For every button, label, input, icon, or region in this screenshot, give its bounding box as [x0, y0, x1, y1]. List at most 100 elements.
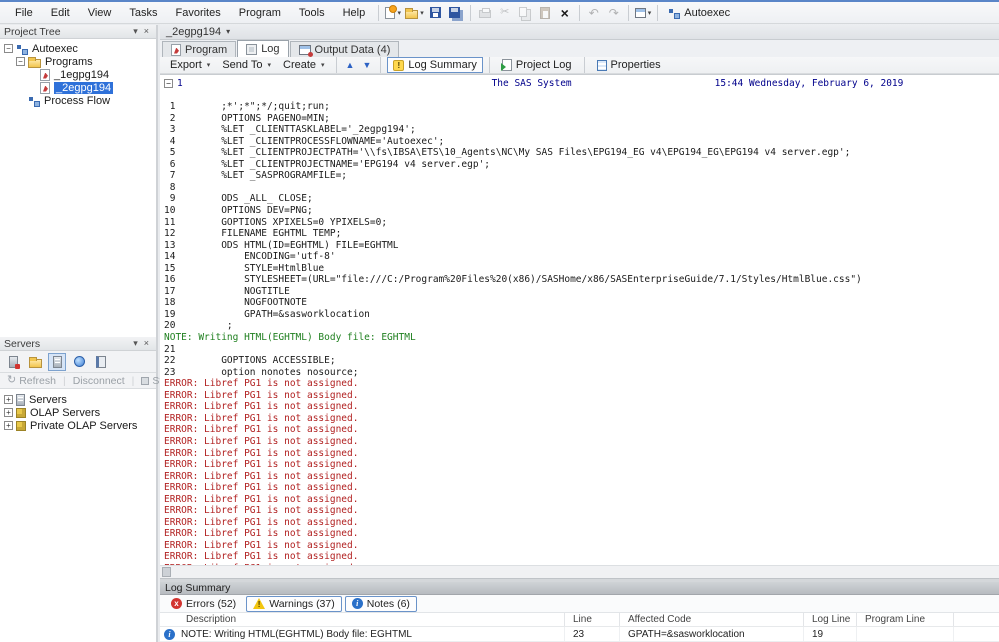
collapse-icon[interactable]: − — [164, 79, 173, 89]
errors-filter-button[interactable]: x Errors (52) — [164, 596, 243, 612]
warnings-filter-button[interactable]: Warnings (37) — [246, 595, 342, 612]
tab-program[interactable]: Program — [162, 41, 237, 57]
menu-tasks[interactable]: Tasks — [120, 4, 166, 22]
flow-icon — [16, 43, 28, 55]
save-button[interactable] — [426, 3, 446, 23]
tree-item-autoexec[interactable]: − Autoexec — [0, 42, 156, 55]
chevron-down-icon: ▾ — [321, 62, 325, 69]
server-connect-button[interactable] — [4, 353, 22, 371]
open-button[interactable]: ▾ — [403, 3, 426, 23]
previous-arrow-button[interactable]: ▲ — [343, 60, 358, 70]
servers-tree: + Servers + OLAP Servers + Private OLAP Serve… — [0, 389, 156, 432]
log-note-line: NOTE: Writing HTML(EGHTML) Body file: EG… — [164, 332, 416, 344]
create-menu-button[interactable]: Create ▾ — [278, 58, 330, 72]
projlog-icon — [500, 59, 512, 71]
column-affected-code[interactable]: Affected Code — [620, 613, 804, 626]
book-button[interactable] — [92, 353, 110, 371]
panel-menu-icon[interactable]: ▾ — [130, 27, 141, 36]
tab-log[interactable]: Log — [237, 40, 289, 57]
server-connect-icon — [8, 355, 20, 369]
toolbar-separator — [627, 4, 629, 21]
filter-label: Errors (52) — [186, 597, 237, 610]
menu-view[interactable]: View — [79, 4, 121, 22]
logsum-icon: ! — [393, 59, 405, 71]
program-tab-icon — [171, 43, 181, 56]
redo-icon: ↷ — [608, 5, 619, 20]
column-line[interactable]: Line — [565, 613, 620, 626]
close-icon[interactable]: × — [141, 339, 152, 348]
log-error-line: ERROR: Libref PG1 is not assigned. — [164, 539, 359, 551]
disconnect-button: Disconnect — [70, 375, 128, 387]
refresh-label: Refresh — [19, 374, 56, 387]
data-tab-icon — [298, 45, 313, 57]
expand-icon[interactable]: + — [4, 408, 13, 417]
save-all-button[interactable] — [446, 3, 466, 23]
table-header: Description Line Affected Code Log Line … — [160, 613, 999, 627]
window-button[interactable]: ▾ — [633, 3, 654, 23]
export-menu-button[interactable]: Export ▾ — [165, 58, 215, 72]
log-page-header-text: 1 The SAS System 15:44 Wednesday, Februa… — [177, 78, 904, 89]
send-to-label: Send To — [222, 59, 263, 71]
chevron-down-icon: ▾ — [206, 62, 211, 69]
log-line: 3 %LET _CLIENTTASKLABEL='_2egpg194'; — [164, 124, 416, 136]
document-title: _2egpg194 — [166, 25, 222, 38]
tree-item-label: _1egpg194 — [54, 68, 110, 81]
tree-item-label: Process Flow — [44, 94, 111, 107]
close-icon[interactable]: × — [141, 27, 152, 36]
log-view[interactable]: −1 The SAS System 15:44 Wednesday, Febru… — [160, 74, 999, 578]
toolbar-separator — [583, 57, 585, 73]
menu-file[interactable]: File — [6, 4, 42, 22]
log-line: 20 ; — [164, 320, 233, 332]
log-error-line: ERROR: Libref PG1 is not assigned. — [164, 459, 359, 471]
collapse-icon[interactable]: − — [4, 44, 13, 53]
globe-button[interactable] — [70, 353, 88, 371]
expand-icon[interactable]: + — [4, 395, 13, 404]
properties-button[interactable]: Properties — [591, 57, 667, 73]
next-arrow-button[interactable]: ▼ — [359, 60, 374, 70]
refresh-icon: ↻ — [7, 374, 17, 386]
tree-item-2egpg194[interactable]: _2egpg194 — [0, 81, 156, 94]
log-line: 10 OPTIONS DEV=PNG; — [164, 205, 313, 217]
column-description[interactable]: Description — [160, 613, 565, 626]
menu-favorites[interactable]: Favorites — [166, 4, 229, 22]
folder-button[interactable] — [26, 353, 44, 371]
menu-tools[interactable]: Tools — [290, 4, 334, 22]
server-button[interactable] — [48, 352, 66, 371]
collapse-icon[interactable]: − — [16, 57, 25, 66]
horizontal-scrollbar[interactable] — [160, 565, 999, 578]
tree-item-programs[interactable]: − Programs — [0, 55, 156, 68]
column-program-line[interactable]: Program Line — [857, 613, 954, 626]
log-line: 4 %LET _CLIENTPROCESSFLOWNAME='Autoexec'… — [164, 135, 445, 147]
menu-help[interactable]: Help — [334, 4, 375, 22]
document-selector-bar[interactable]: _2egpg194 ▾ — [160, 24, 999, 40]
document-tabs: Program Log Output Data (4) — [160, 40, 999, 57]
action-separator: | — [62, 374, 66, 387]
delete-button[interactable]: × — [555, 3, 575, 23]
menu-edit[interactable]: Edit — [42, 4, 79, 22]
disconnect-label: Disconnect — [72, 374, 125, 387]
notes-filter-button[interactable]: i Notes (6) — [344, 595, 417, 612]
new-button[interactable]: ▾ — [383, 3, 403, 23]
workspace: _2egpg194 ▾ Program Log Output Data (4) Ex… — [160, 24, 999, 642]
column-filler — [954, 613, 999, 626]
log-line: 8 — [164, 181, 222, 193]
log-line: 18 NOGFOOTNOTE — [164, 297, 307, 309]
send-to-menu-button[interactable]: Send To ▾ — [217, 58, 276, 72]
tab-output-data-4[interactable]: Output Data (4) — [289, 41, 400, 57]
tree-item-olap-servers[interactable]: + OLAP Servers — [0, 406, 156, 419]
menu-program[interactable]: Program — [230, 4, 290, 22]
column-log-line[interactable]: Log Line — [804, 613, 857, 626]
scrollbar-thumb[interactable] — [162, 567, 171, 577]
table-row[interactable]: i NOTE: Writing HTML(EGHTML) Body file: … — [160, 627, 999, 642]
log-line: 9 ODS _ALL_ CLOSE; — [164, 193, 313, 205]
active-flow-button[interactable]: Autoexec — [662, 5, 736, 21]
expand-icon[interactable]: + — [4, 421, 13, 430]
tree-item-private-olap-servers[interactable]: + Private OLAP Servers — [0, 419, 156, 432]
tree-item-process-flow[interactable]: Process Flow — [0, 94, 156, 107]
panel-menu-icon[interactable]: ▾ — [130, 339, 141, 348]
filter-label: Notes (6) — [366, 597, 410, 610]
tree-item-servers[interactable]: + Servers — [0, 393, 156, 406]
log-summary-button[interactable]: ! Log Summary — [387, 57, 483, 73]
tree-item-1egpg194[interactable]: _1egpg194 — [0, 68, 156, 81]
project-log-button[interactable]: Project Log — [496, 57, 578, 73]
